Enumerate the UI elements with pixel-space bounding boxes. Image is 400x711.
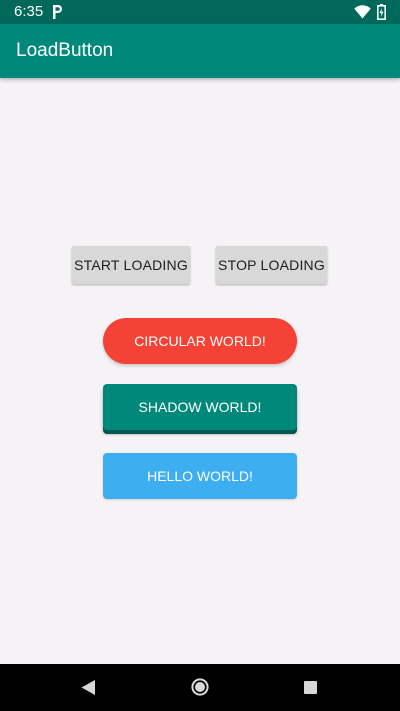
navigation-bar	[0, 664, 400, 711]
status-time: 6:35	[14, 3, 44, 20]
status-bar: 6:35	[0, 0, 400, 24]
battery-icon	[377, 4, 386, 20]
app-title: LoadButton	[16, 40, 114, 61]
hello-world-button[interactable]: HELLO WORLD!	[103, 453, 297, 499]
recent-apps-icon[interactable]	[304, 681, 317, 694]
screen: 6:35 LoadButton START LOADING STOP LOADI…	[0, 0, 400, 711]
home-icon[interactable]	[191, 678, 209, 696]
start-loading-button[interactable]: START LOADING	[72, 246, 190, 284]
circular-world-button[interactable]: CIRCULAR WORLD!	[103, 318, 297, 364]
stop-loading-button[interactable]: STOP LOADING	[216, 246, 327, 284]
back-icon[interactable]	[80, 679, 96, 696]
parking-icon	[53, 5, 62, 19]
shadow-world-button[interactable]: SHADOW WORLD!	[103, 384, 297, 430]
app-bar: LoadButton	[0, 24, 400, 78]
wifi-icon	[354, 5, 371, 19]
